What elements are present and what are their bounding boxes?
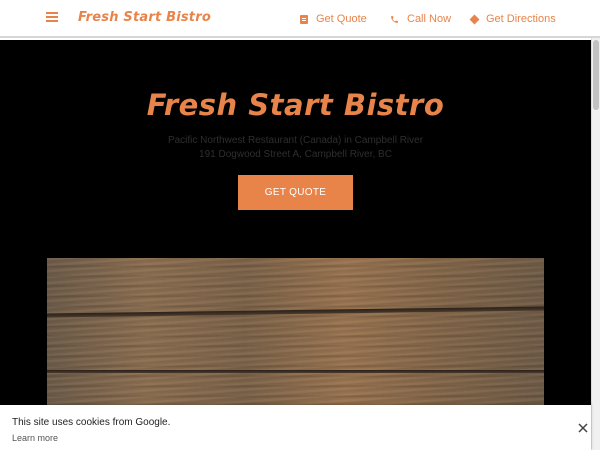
nav-get-directions[interactable]: Get Directions	[469, 13, 556, 25]
directions-icon	[469, 14, 480, 24]
learn-more-link[interactable]: Learn more	[12, 433, 58, 443]
document-icon	[300, 14, 308, 24]
nav-call-now-label: Call Now	[407, 13, 452, 25]
site-header: Fresh Start Bistro Get Quote Call Now Ge…	[0, 0, 600, 38]
brand-name[interactable]: Fresh Start Bistro	[78, 10, 211, 25]
hero-section: Fresh Start Bistro Pacific Northwest Res…	[0, 40, 591, 450]
get-quote-button[interactable]: Get Quote	[238, 175, 353, 210]
nav-get-directions-label: Get Directions	[486, 13, 556, 25]
hero-subtitle-address: 191 Dogwood Street A, Campbell River, BC	[199, 149, 392, 160]
page: Fresh Start Bistro Get Quote Call Now Ge…	[0, 0, 600, 450]
nav-call-now[interactable]: Call Now	[390, 13, 451, 25]
hamburger-menu-icon[interactable]	[46, 12, 58, 24]
cookie-message: This site uses cookies from Google.	[12, 417, 171, 428]
vertical-scrollbar[interactable]	[591, 38, 600, 450]
nav-get-quote-label: Get Quote	[316, 13, 367, 25]
scrollbar-thumb[interactable]	[593, 40, 599, 110]
cookie-banner: This site uses cookies from Google. Lear…	[0, 405, 591, 450]
phone-icon	[390, 15, 399, 24]
close-icon[interactable]	[577, 421, 589, 433]
hero-subtitle-category: Pacific Northwest Restaurant (Canada) in…	[167, 135, 424, 146]
nav-get-quote[interactable]: Get Quote	[300, 13, 367, 25]
hero-title: Fresh Start Bistro	[146, 88, 445, 122]
